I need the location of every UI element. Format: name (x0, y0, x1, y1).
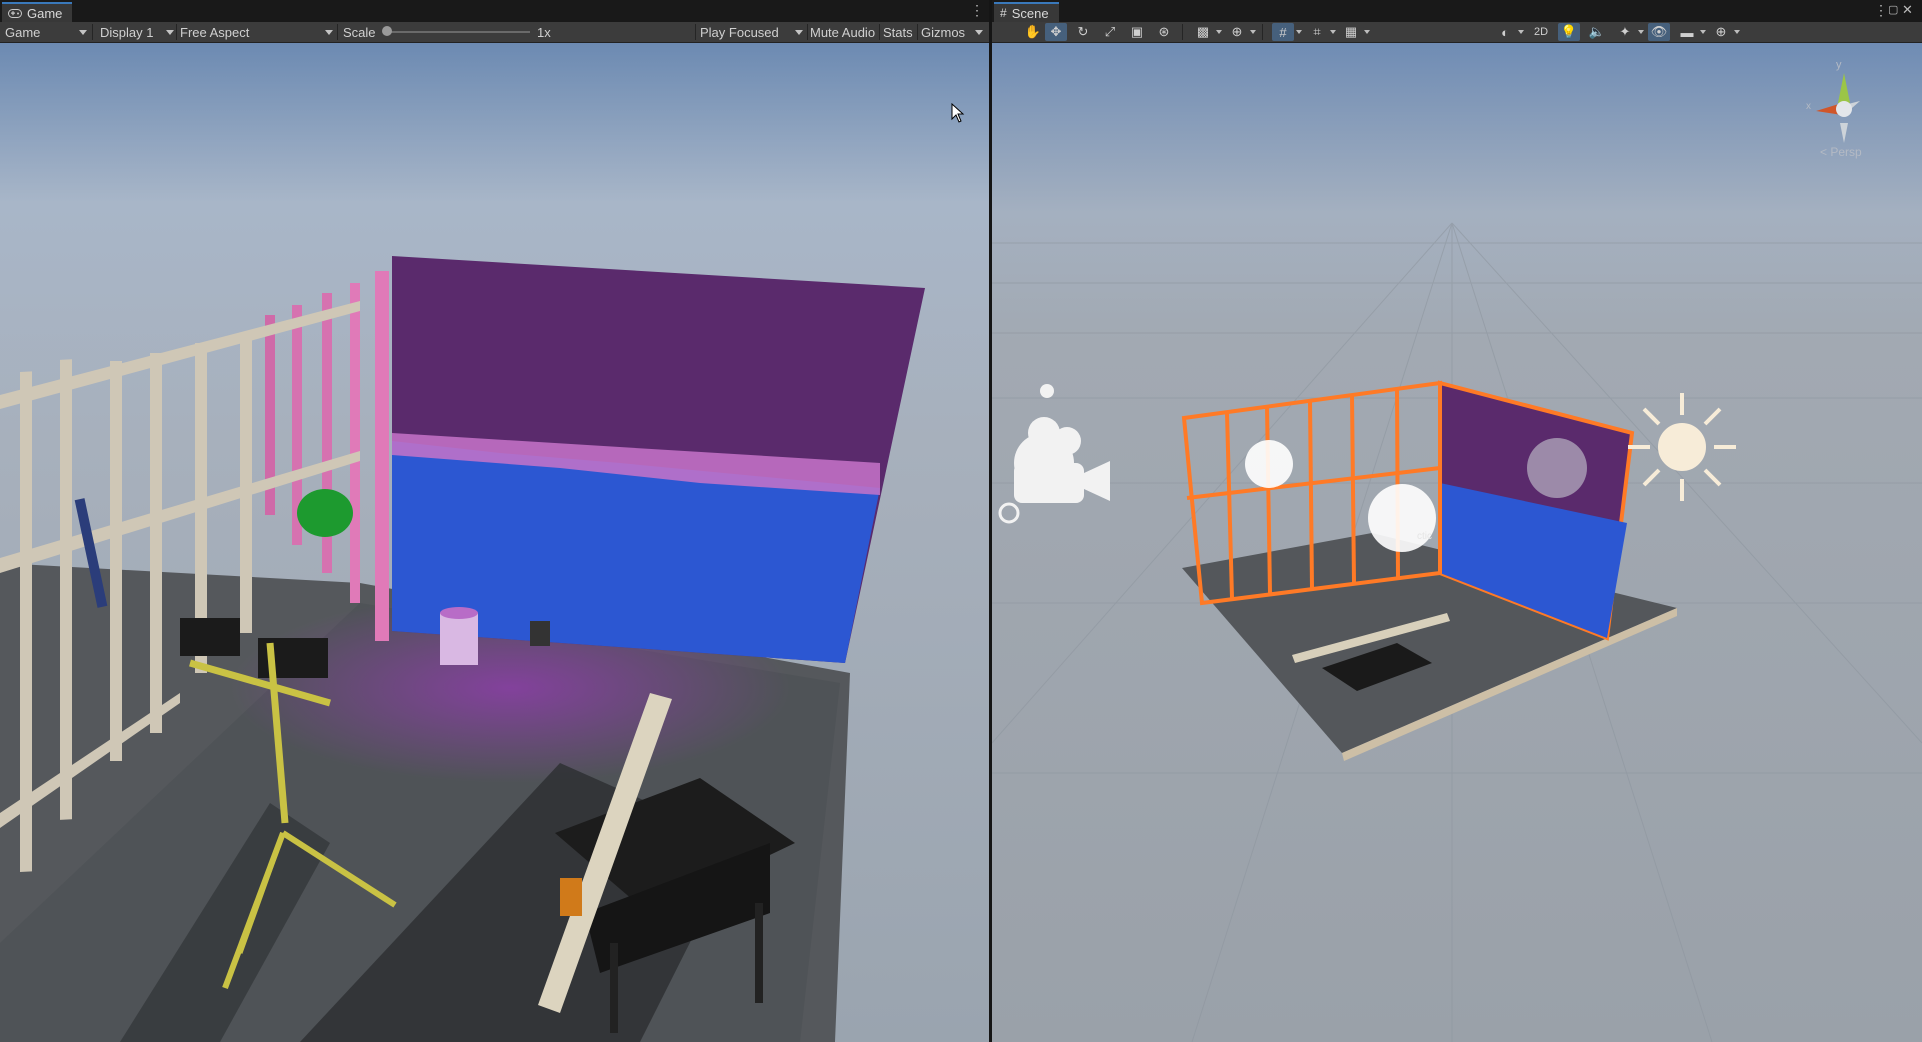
green-hard-hat (297, 489, 353, 537)
close-icon[interactable]: ✕ (1902, 3, 1913, 17)
increment-snap-icon[interactable]: ⌗ (1306, 23, 1328, 41)
toggle-2d-button[interactable]: 2D (1528, 23, 1554, 41)
scale-tool-icon[interactable]: ⤢ (1099, 23, 1121, 41)
game-toolbar: Game Display 1 Free Aspect Scale 1x Play… (0, 22, 989, 43)
shading-mode-icon[interactable]: ◐ (1494, 23, 1516, 41)
directional-light-gizmo (1628, 393, 1736, 501)
effects-toggle-icon[interactable]: ✦ (1614, 23, 1636, 41)
chevron-down-icon (166, 29, 174, 35)
scale-slider-track (385, 31, 530, 33)
pivot-icon[interactable]: ▩ (1192, 23, 1214, 41)
chevron-down-icon (795, 29, 803, 35)
display-dropdown[interactable]: Display 1 (100, 22, 174, 42)
scene-view-panel: # Scene ⋮ ▢ ✕ ✋ ✥ ↻ ⤢ ▣ ⊛ ▩ ⊕ # ⌗ ▦ ◐ 2D… (992, 0, 1922, 1042)
rotate-tool-icon[interactable]: ↻ (1072, 23, 1094, 41)
play-mode-label: Play Focused (700, 24, 779, 40)
scene-viewport[interactable]: y x < Persp ctic (992, 43, 1922, 1042)
chevron-down-icon (975, 29, 983, 35)
game-viewport[interactable] (0, 43, 989, 1042)
game-tab-label: Game (27, 5, 63, 21)
kebab-menu-icon[interactable]: ⋮ (970, 3, 984, 17)
chevron-down-icon (325, 29, 333, 35)
global-local-icon[interactable]: ⊕ (1226, 23, 1248, 41)
view-mode-dropdown[interactable]: Game (5, 22, 87, 42)
kebab-menu-icon[interactable]: ⋮ (1874, 3, 1888, 17)
scale-label: Scale (343, 24, 376, 40)
scene-tab-bar: # Scene ⋮ ▢ ✕ (992, 0, 1922, 23)
axis-x-label: x (1806, 101, 1811, 112)
transform-tool-icon[interactable]: ⊛ (1153, 23, 1175, 41)
move-tool-icon[interactable]: ✥ (1045, 23, 1067, 41)
scene-object-label: ctic (1417, 531, 1432, 542)
gizmos-label: Gizmos (921, 24, 966, 40)
scene-tab-label: Scene (1011, 5, 1049, 21)
grid-snap-icon[interactable]: # (1272, 23, 1294, 41)
game-tab[interactable]: Game (2, 2, 73, 22)
scale-slider-handle[interactable] (382, 26, 392, 36)
hand-tool-icon[interactable]: ✋ (1022, 23, 1044, 41)
mouse-cursor-icon (951, 102, 965, 126)
scene-toolbar: ✋ ✥ ↻ ⤢ ▣ ⊛ ▩ ⊕ # ⌗ ▦ ◐ 2D 💡 🔈 ✦ 👁 ▬ ⊕ (992, 22, 1922, 43)
aspect-label: Free Aspect (180, 24, 250, 40)
scale-value: 1x (537, 24, 551, 40)
grid-visibility-icon[interactable]: ▦ (1340, 23, 1362, 41)
gizmos-toggle-icon[interactable]: ⊕ (1710, 23, 1732, 41)
view-mode-label: Game (5, 24, 41, 40)
chevron-down-icon (79, 29, 87, 35)
play-mode-dropdown[interactable]: Play Focused (700, 22, 803, 42)
hidden-objects-icon[interactable]: 👁 (1648, 23, 1670, 41)
mute-audio-button[interactable]: Mute Audio (810, 22, 875, 42)
scene-tab[interactable]: # Scene (994, 2, 1059, 22)
gizmos-dropdown[interactable]: Gizmos (921, 22, 983, 42)
projection-toggle[interactable]: < Persp (1820, 145, 1862, 159)
game-tab-bar: Game ⋮ (0, 0, 989, 23)
rect-tool-icon[interactable]: ▣ (1126, 23, 1148, 41)
camera-settings-icon[interactable]: ▬ (1676, 23, 1698, 41)
axis-y-label: y (1836, 59, 1842, 71)
tape-measure (560, 878, 582, 916)
stats-button[interactable]: Stats (883, 22, 913, 42)
maximize-icon[interactable]: ▢ (1888, 3, 1898, 17)
area-light-gizmo (1527, 438, 1587, 498)
lighting-toggle-icon[interactable]: 💡 (1558, 23, 1580, 41)
aspect-dropdown[interactable]: Free Aspect (180, 22, 333, 42)
point-light-gizmo (1245, 440, 1293, 488)
audio-toggle-icon[interactable]: 🔈 (1586, 23, 1608, 41)
hash-grid-icon: # (1000, 6, 1007, 20)
gamepad-icon (8, 6, 22, 21)
game-view-panel: Game ⋮ Game Display 1 Free Aspect Scale … (0, 0, 989, 1042)
display-label: Display 1 (100, 24, 154, 40)
